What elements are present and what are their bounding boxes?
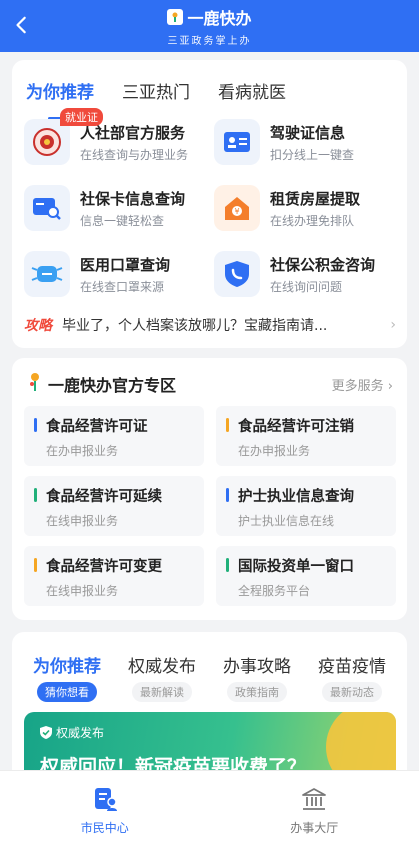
guide-text: 毕业了，个人档案该放哪儿？宝藏指南请... xyxy=(62,318,328,334)
tile-accent-bar xyxy=(34,418,37,432)
official-zone-card: 一鹿快办官方专区 更多服务 › 食品经营许可证 在办申报业务 食品经营许可注销 在办… xyxy=(12,358,407,620)
more-services-label: 更多服务 xyxy=(331,378,384,394)
tile-title: 食品经营许可变更 xyxy=(46,559,162,575)
card-search-icon xyxy=(24,185,70,231)
tile-accent-bar xyxy=(34,558,37,572)
shield-check-icon xyxy=(40,726,52,739)
brand: 一鹿快办 三亚政务掌上办 xyxy=(0,5,419,47)
tab-label: 为你推荐 xyxy=(33,657,101,677)
guide-tag: 攻略 xyxy=(24,318,52,334)
tab-sublabel: 猜你想看 xyxy=(37,682,97,702)
official-tiles: 食品经营许可证 在办申报业务 食品经营许可注销 在办申报业务 食品经营许可延续 在线申… xyxy=(24,406,396,606)
service-item-fund-consult[interactable]: 社保公积金咨询 在线询问问题 xyxy=(214,248,394,300)
tile-title: 食品经营许可延续 xyxy=(46,489,162,505)
tile-accent-bar xyxy=(226,558,229,572)
tab-label: 疫苗疫情 xyxy=(318,657,386,677)
official-tile[interactable]: 食品经营许可变更 在线申报业务 xyxy=(24,546,204,606)
tile-accent-bar xyxy=(34,488,37,502)
feed-tabs: 为你推荐 猜你想看 权威发布 最新解读 办事攻略 政策指南 疫苗疫情 最新动态 xyxy=(22,652,397,702)
official-zone-title: 一鹿快办官方专区 xyxy=(48,376,177,395)
service-desc: 信息一键轻松查 xyxy=(80,213,165,228)
tile-title: 护士执业信息查询 xyxy=(238,489,354,505)
official-zone-header: 一鹿快办官方专区 更多服务 › xyxy=(28,372,393,396)
tab-sublabel: 最新动态 xyxy=(322,682,382,702)
tab-feed-guide[interactable]: 办事攻略 政策指南 xyxy=(212,652,302,702)
official-tile[interactable]: 国际投资单一窗口 全程服务平台 xyxy=(216,546,396,606)
guide-tip[interactable]: 攻略 毕业了，个人档案该放哪儿？宝藏指南请... › xyxy=(24,312,396,338)
recommend-tabs: 为你推荐 三亚热门 看病就医 xyxy=(12,60,407,112)
banner-tag-label: 权威发布 xyxy=(56,726,105,740)
deer-logo-icon xyxy=(167,9,184,25)
service-title: 社保公积金咨询 xyxy=(270,255,376,274)
service-badge: 就业证 xyxy=(60,108,103,126)
service-title: 驾驶证信息 xyxy=(270,123,346,142)
citizen-center-icon xyxy=(94,788,117,811)
hall-icon xyxy=(302,788,327,810)
service-item-rental-withdraw[interactable]: ¥ 租赁房屋提取 在线办理免排队 xyxy=(214,182,394,234)
more-services-link[interactable]: 更多服务 › xyxy=(332,375,393,394)
service-desc: 在线查口罩来源 xyxy=(80,279,165,294)
service-title: 医用口罩查询 xyxy=(80,255,171,274)
service-item-social-card[interactable]: 社保卡信息查询 信息一键轻松查 xyxy=(24,182,214,234)
tab-recommend[interactable]: 为你推荐 xyxy=(26,78,94,112)
tile-accent-bar xyxy=(226,418,229,432)
deer-logo-icon xyxy=(28,372,42,396)
tab-feed-vaccine[interactable]: 疫苗疫情 最新动态 xyxy=(307,652,397,702)
chevron-right-icon: › xyxy=(390,317,396,333)
app-header: 一鹿快办 三亚政务掌上办 xyxy=(0,0,419,52)
nav-label: 办事大厅 xyxy=(290,821,339,835)
tile-desc: 全程服务平台 xyxy=(238,584,311,598)
tile-desc: 在办申报业务 xyxy=(46,444,119,458)
service-title: 社保卡信息查询 xyxy=(80,189,186,208)
tile-desc: 在线申报业务 xyxy=(46,584,119,598)
tile-title: 国际投资单一窗口 xyxy=(238,559,354,575)
tile-accent-bar xyxy=(226,488,229,502)
service-item-hr[interactable]: 人社部官方服务 在线查询与办理业务 就业证 xyxy=(24,108,214,168)
nav-label: 市民中心 xyxy=(80,821,129,835)
official-tile[interactable]: 护士执业信息查询 护士执业信息在线 xyxy=(216,476,396,536)
service-item-mask[interactable]: 医用口罩查询 在线查口罩来源 xyxy=(24,248,214,300)
app-name: 一鹿快办 xyxy=(187,9,252,28)
bottom-nav: 市民中心 办事大厅 xyxy=(0,770,419,862)
service-desc: 在线查询与办理业务 xyxy=(80,147,189,162)
tile-desc: 在线申报业务 xyxy=(46,514,119,528)
tab-feed-recommend[interactable]: 为你推荐 猜你想看 xyxy=(22,652,112,702)
tile-desc: 在办申报业务 xyxy=(238,444,311,458)
service-grid: 人社部官方服务 在线查询与办理业务 就业证 驾驶证信息 扣分线上一键查 社保卡信… xyxy=(24,108,396,300)
tab-sublabel: 政策指南 xyxy=(227,682,287,702)
tab-sanya-hot[interactable]: 三亚热门 xyxy=(122,78,190,112)
tab-feed-authority[interactable]: 权威发布 最新解读 xyxy=(117,652,207,702)
tab-label: 权威发布 xyxy=(128,657,196,677)
tile-title: 食品经营许可证 xyxy=(46,419,148,435)
tile-title: 食品经营许可注销 xyxy=(238,419,354,435)
official-tile[interactable]: 食品经营许可注销 在办申报业务 xyxy=(216,406,396,466)
nav-citizen-center[interactable]: 市民中心 xyxy=(0,771,210,862)
banner-tag: 权威发布 xyxy=(40,724,104,741)
svg-text:¥: ¥ xyxy=(234,207,239,216)
shield-phone-icon xyxy=(214,251,260,297)
tab-medical[interactable]: 看病就医 xyxy=(218,78,286,112)
service-desc: 扣分线上一键查 xyxy=(270,147,355,162)
house-money-icon: ¥ xyxy=(214,185,260,231)
service-desc: 在线办理免排队 xyxy=(270,213,355,228)
tile-desc: 护士执业信息在线 xyxy=(238,514,335,528)
tab-label: 办事攻略 xyxy=(223,657,291,677)
service-title: 租赁房屋提取 xyxy=(270,189,361,208)
service-item-driver-license[interactable]: 驾驶证信息 扣分线上一键查 xyxy=(214,116,394,168)
nav-service-hall[interactable]: 办事大厅 xyxy=(210,771,419,862)
app-slogan: 三亚政务掌上办 xyxy=(167,36,252,47)
id-card-icon xyxy=(214,119,260,165)
official-tile[interactable]: 食品经营许可延续 在线申报业务 xyxy=(24,476,204,536)
service-desc: 在线询问问题 xyxy=(270,279,343,294)
mask-icon xyxy=(24,251,70,297)
recommend-card: 为你推荐 三亚热门 看病就医 人社部官方服务 在线查询与办理业务 就业证 驾驶证… xyxy=(12,60,407,348)
official-tile[interactable]: 食品经营许可证 在办申报业务 xyxy=(24,406,204,466)
tab-sublabel: 最新解读 xyxy=(132,682,192,702)
